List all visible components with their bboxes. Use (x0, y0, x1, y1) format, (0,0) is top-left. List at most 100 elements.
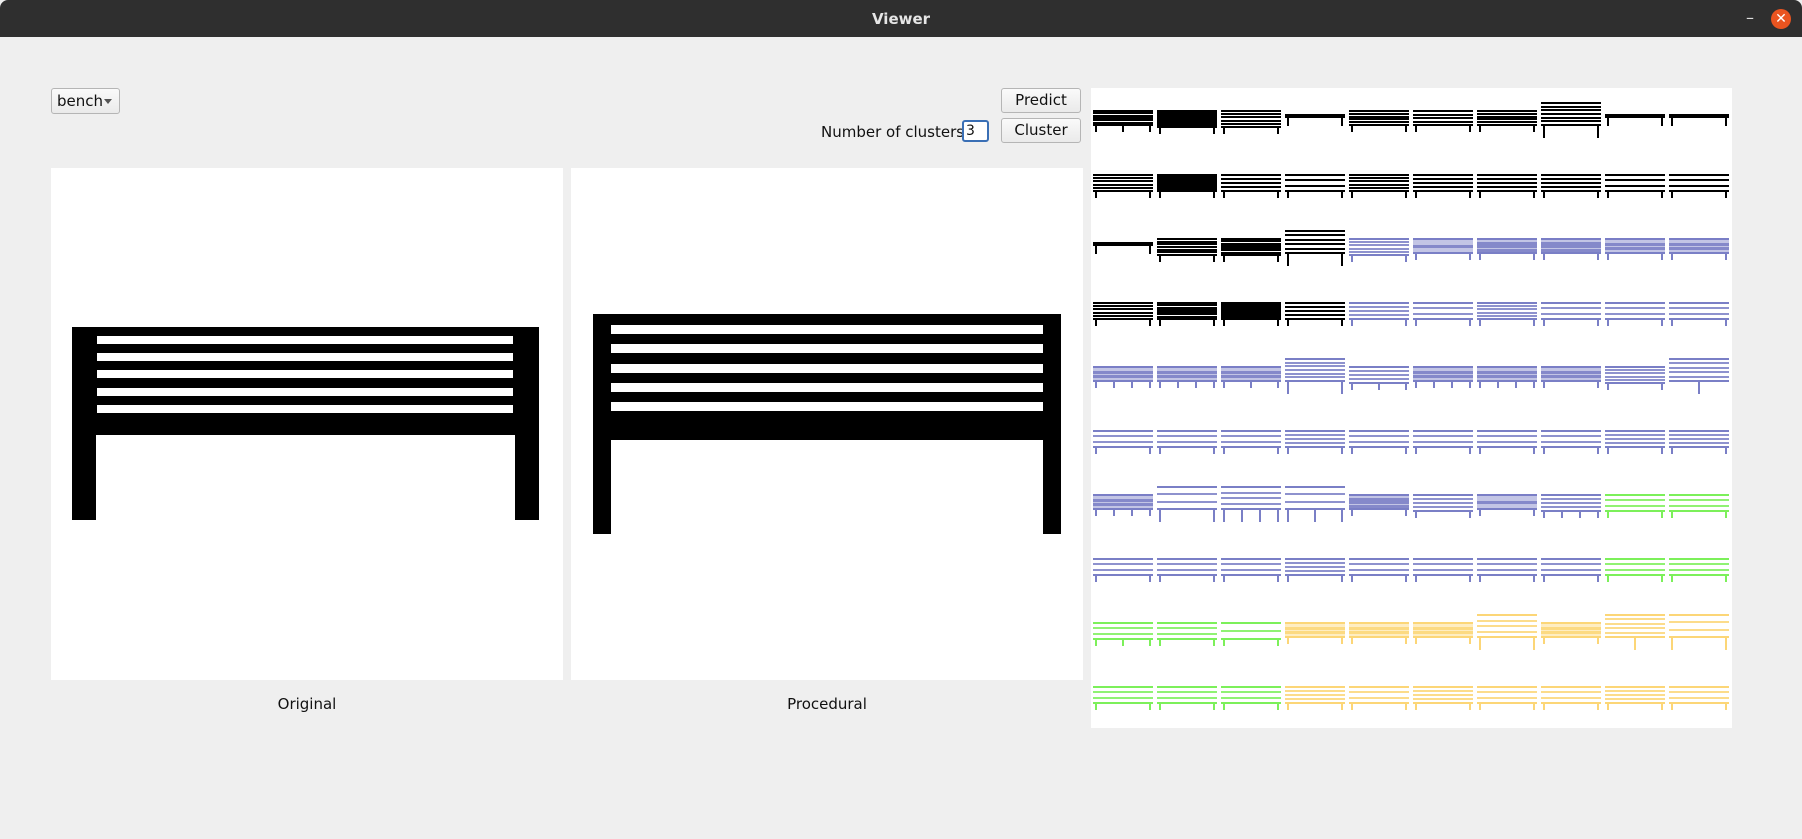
predict-button[interactable]: Predict (1001, 88, 1081, 113)
bench-thumbnail (1157, 366, 1217, 388)
title-bar: Viewer – ✕ (0, 0, 1802, 37)
category-select[interactable]: bench (51, 88, 120, 114)
bench-thumbnail (1605, 174, 1665, 198)
bench-thumbnail (1477, 238, 1537, 260)
category-select-value: bench (57, 92, 104, 110)
bench-thumbnail (1413, 110, 1473, 132)
bench-thumbnail (1349, 686, 1409, 710)
bench-thumbnail (1157, 238, 1217, 262)
bench-thumbnail (1477, 614, 1537, 650)
bench-thumbnail (1093, 302, 1153, 326)
bench-thumbnail (1285, 558, 1345, 582)
bench-thumbnail (1669, 614, 1729, 650)
bench-thumbnail (1413, 558, 1473, 582)
bench-thumbnail (1221, 366, 1281, 388)
bench-thumbnail (1221, 302, 1281, 326)
bench-thumbnail (1349, 174, 1409, 198)
bench-thumbnail (1093, 622, 1153, 646)
close-button[interactable]: ✕ (1771, 9, 1791, 29)
bench-thumbnail (1285, 358, 1345, 394)
bench-thumbnail (1285, 686, 1345, 710)
bench-thumbnail (1477, 558, 1537, 582)
bench-thumbnail (1221, 558, 1281, 582)
bench-thumbnail (1221, 622, 1281, 646)
cluster-button[interactable]: Cluster (1001, 118, 1081, 143)
clusters-label: Number of clusters: (821, 123, 970, 141)
bench-thumbnail (1605, 614, 1665, 650)
bench-thumbnail (1349, 430, 1409, 454)
bench-thumbnail (1669, 114, 1729, 126)
bench-thumbnail (1413, 622, 1473, 644)
bench-thumbnail (1157, 486, 1217, 522)
original-panel (51, 168, 563, 680)
window-title: Viewer (871, 10, 931, 28)
bench-thumbnail (1221, 686, 1281, 710)
bench-thumbnail (1541, 686, 1601, 710)
bench-thumbnail (1285, 302, 1345, 326)
bench-thumbnail (1669, 430, 1729, 454)
bench-thumbnail (1413, 238, 1473, 260)
bench-thumbnail (1605, 238, 1665, 260)
bench-thumbnail (1349, 238, 1409, 262)
bench-thumbnail (1221, 486, 1281, 522)
bench-thumbnail (1285, 230, 1345, 266)
dropdown-arrow-icon (104, 99, 112, 104)
bench-thumbnail (1349, 494, 1409, 516)
bench-thumbnail (1541, 494, 1601, 518)
procedural-bench-image (593, 314, 1061, 534)
bench-thumbnail (1093, 494, 1153, 516)
bench-thumbnail (1605, 430, 1665, 454)
bench-thumbnail (1285, 174, 1345, 198)
bench-thumbnail (1413, 302, 1473, 326)
bench-thumbnail (1157, 558, 1217, 582)
bench-thumbnail (1541, 430, 1601, 454)
bench-thumbnail (1349, 302, 1409, 326)
bench-thumbnail (1349, 366, 1409, 390)
minimize-button[interactable]: – (1740, 8, 1760, 28)
bench-thumbnail (1157, 686, 1217, 710)
bench-thumbnail (1605, 494, 1665, 518)
bench-thumbnail (1221, 430, 1281, 454)
bench-thumbnail (1541, 174, 1601, 198)
bench-thumbnail (1413, 174, 1473, 198)
bench-thumbnail (1349, 110, 1409, 132)
bench-thumbnail (1605, 114, 1665, 126)
bench-thumbnail (1669, 238, 1729, 260)
bench-thumbnail (1477, 110, 1537, 132)
bench-thumbnail (1605, 302, 1665, 326)
bench-thumbnail (1221, 238, 1281, 262)
bench-thumbnail (1669, 686, 1729, 710)
bench-thumbnail (1605, 558, 1665, 582)
cluster-thumbnail-grid (1091, 88, 1732, 728)
bench-thumbnail (1477, 174, 1537, 198)
close-icon: ✕ (1775, 11, 1787, 27)
bench-thumbnail (1669, 302, 1729, 326)
bench-thumbnail (1157, 110, 1217, 134)
bench-thumbnail (1541, 238, 1601, 260)
bench-thumbnail (1157, 174, 1217, 198)
bench-thumbnail (1541, 366, 1601, 388)
bench-thumbnail (1541, 302, 1601, 326)
bench-thumbnail (1669, 358, 1729, 394)
bench-thumbnail (1413, 686, 1473, 710)
bench-thumbnail (1413, 430, 1473, 454)
bench-thumbnail (1285, 486, 1345, 522)
bench-thumbnail (1093, 366, 1153, 388)
bench-thumbnail (1477, 302, 1537, 326)
bench-thumbnail (1093, 558, 1153, 582)
bench-thumbnail (1477, 494, 1537, 516)
minimize-icon: – (1746, 8, 1754, 27)
bench-thumbnail (1413, 366, 1473, 388)
bench-thumbnail (1157, 302, 1217, 326)
bench-thumbnail (1541, 558, 1601, 582)
bench-thumbnail (1221, 110, 1281, 134)
bench-thumbnail (1093, 430, 1153, 454)
bench-thumbnail (1477, 430, 1537, 454)
procedural-panel (571, 168, 1083, 680)
original-bench-image (72, 327, 539, 520)
bench-thumbnail (1221, 174, 1281, 198)
clusters-input[interactable]: 3 (962, 120, 989, 142)
bench-thumbnail (1669, 494, 1729, 518)
bench-thumbnail (1093, 686, 1153, 710)
bench-thumbnail (1605, 366, 1665, 390)
